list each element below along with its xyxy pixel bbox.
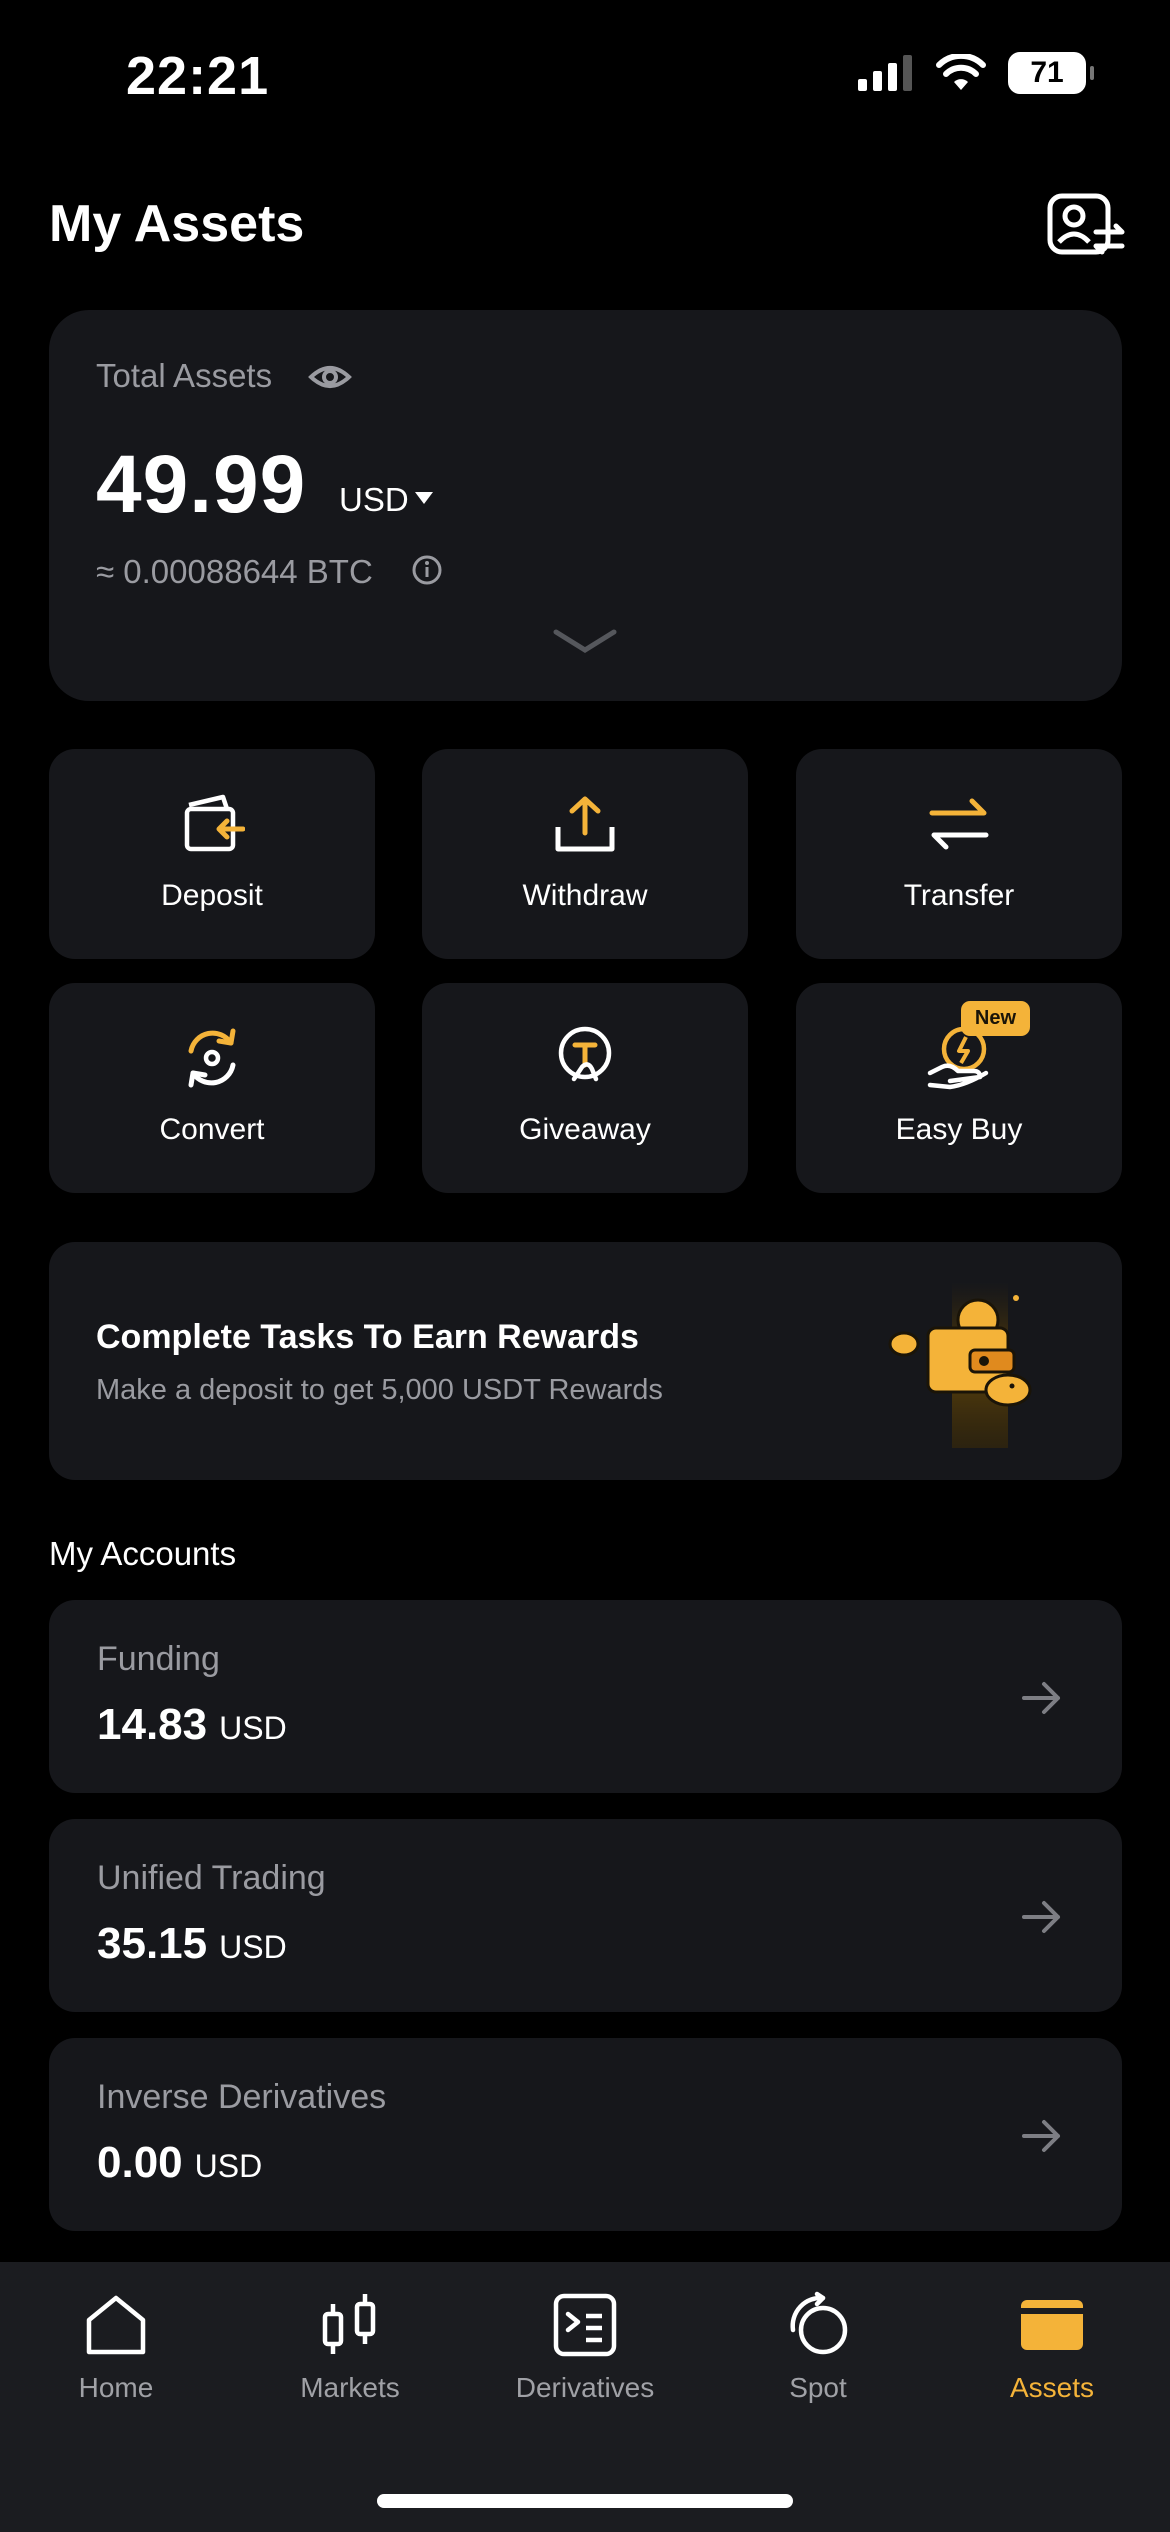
chevron-down-icon[interactable] <box>552 626 618 656</box>
deposit-wallet-icon <box>184 794 245 852</box>
account-amount: 14.83 <box>97 1700 208 1749</box>
home-indicator <box>377 2494 793 2508</box>
nav-home[interactable]: Home <box>16 2290 216 2404</box>
caret-down-icon[interactable] <box>415 492 433 504</box>
withdraw-button[interactable]: Withdraw <box>422 749 748 959</box>
nav-label: Spot <box>789 2372 847 2403</box>
wallet-icon <box>1021 2300 1083 2350</box>
account-amount: 0.00 <box>97 2138 183 2187</box>
arrow-right-icon <box>1022 1682 1060 1714</box>
transfer-button[interactable]: Transfer <box>796 749 1122 959</box>
wifi-icon <box>936 54 986 90</box>
battery-indicator: 71 <box>1008 52 1094 94</box>
deposit-label: Deposit <box>161 879 263 912</box>
nav-derivatives[interactable]: Derivatives <box>485 2290 685 2404</box>
withdraw-label: Withdraw <box>522 879 648 912</box>
giveaway-icon <box>558 1026 612 1082</box>
easy-buy-button[interactable]: New Easy Buy <box>796 983 1122 1193</box>
account-currency: USD <box>194 2148 263 2184</box>
new-badge: New <box>960 1001 1030 1036</box>
upload-icon <box>555 796 615 852</box>
giveaway-button[interactable]: Giveaway <box>422 983 748 1193</box>
banner-title: Complete Tasks To Earn Rewards <box>96 1318 639 1356</box>
status-time: 22:21 <box>126 46 270 106</box>
account-switch-icon[interactable] <box>1046 192 1126 260</box>
convert-icon <box>188 1028 236 1088</box>
banner-subtitle: Make a deposit to get 5,000 USDT Rewards <box>96 1374 663 1406</box>
transfer-arrows-icon <box>929 798 989 850</box>
total-assets-value: 49.99 <box>96 439 307 530</box>
status-icons: 71 <box>858 52 1094 94</box>
nav-label: Markets <box>300 2372 400 2403</box>
nav-label: Home <box>78 2372 154 2403</box>
account-value: 14.83 USD <box>97 1700 287 1750</box>
account-funding[interactable]: Funding 14.83 USD <box>49 1600 1122 1793</box>
btc-equivalent: ≈ 0.00088644 BTC <box>96 553 373 590</box>
wallet-reward-illustration <box>888 1282 1032 1448</box>
nav-assets[interactable]: Assets <box>952 2290 1152 2404</box>
deposit-button[interactable]: Deposit <box>49 749 375 959</box>
eye-icon[interactable] <box>308 355 352 399</box>
currency-selector[interactable]: USD <box>339 481 409 519</box>
account-unified-trading[interactable]: Unified Trading 35.15 USD <box>49 1819 1122 2012</box>
account-name: Funding <box>97 1640 220 1678</box>
account-amount: 35.15 <box>97 1919 208 1968</box>
my-accounts-title: My Accounts <box>49 1535 237 1572</box>
account-inverse-derivatives[interactable]: Inverse Derivatives 0.00 USD <box>49 2038 1122 2231</box>
nav-label: Assets <box>1009 2372 1095 2403</box>
total-assets-label: Total Assets <box>96 357 273 394</box>
page-title: My Assets <box>49 195 305 253</box>
giveaway-label: Giveaway <box>519 1113 651 1146</box>
account-name: Unified Trading <box>97 1859 326 1897</box>
home-icon <box>86 2295 146 2355</box>
info-icon[interactable] <box>410 553 444 587</box>
transfer-label: Transfer <box>903 879 1015 912</box>
easy-buy-label: Easy Buy <box>895 1113 1023 1146</box>
spot-icon <box>790 2291 848 2355</box>
convert-label: Convert <box>159 1113 265 1146</box>
nav-label: Derivatives <box>515 2372 655 2403</box>
account-value: 35.15 USD <box>97 1919 287 1969</box>
cellular-signal-icon <box>858 55 912 91</box>
account-currency: USD <box>219 1929 287 1965</box>
derivatives-icon <box>553 2293 617 2357</box>
convert-button[interactable]: Convert <box>49 983 375 1193</box>
account-currency: USD <box>219 1710 287 1746</box>
nav-markets[interactable]: Markets <box>250 2290 450 2404</box>
arrow-right-icon <box>1022 1901 1060 1933</box>
account-value: 0.00 USD <box>97 2138 262 2188</box>
candlestick-icon <box>322 2294 376 2354</box>
arrow-right-icon <box>1022 2120 1060 2152</box>
account-name: Inverse Derivatives <box>97 2078 387 2116</box>
nav-spot[interactable]: Spot <box>718 2290 918 2404</box>
